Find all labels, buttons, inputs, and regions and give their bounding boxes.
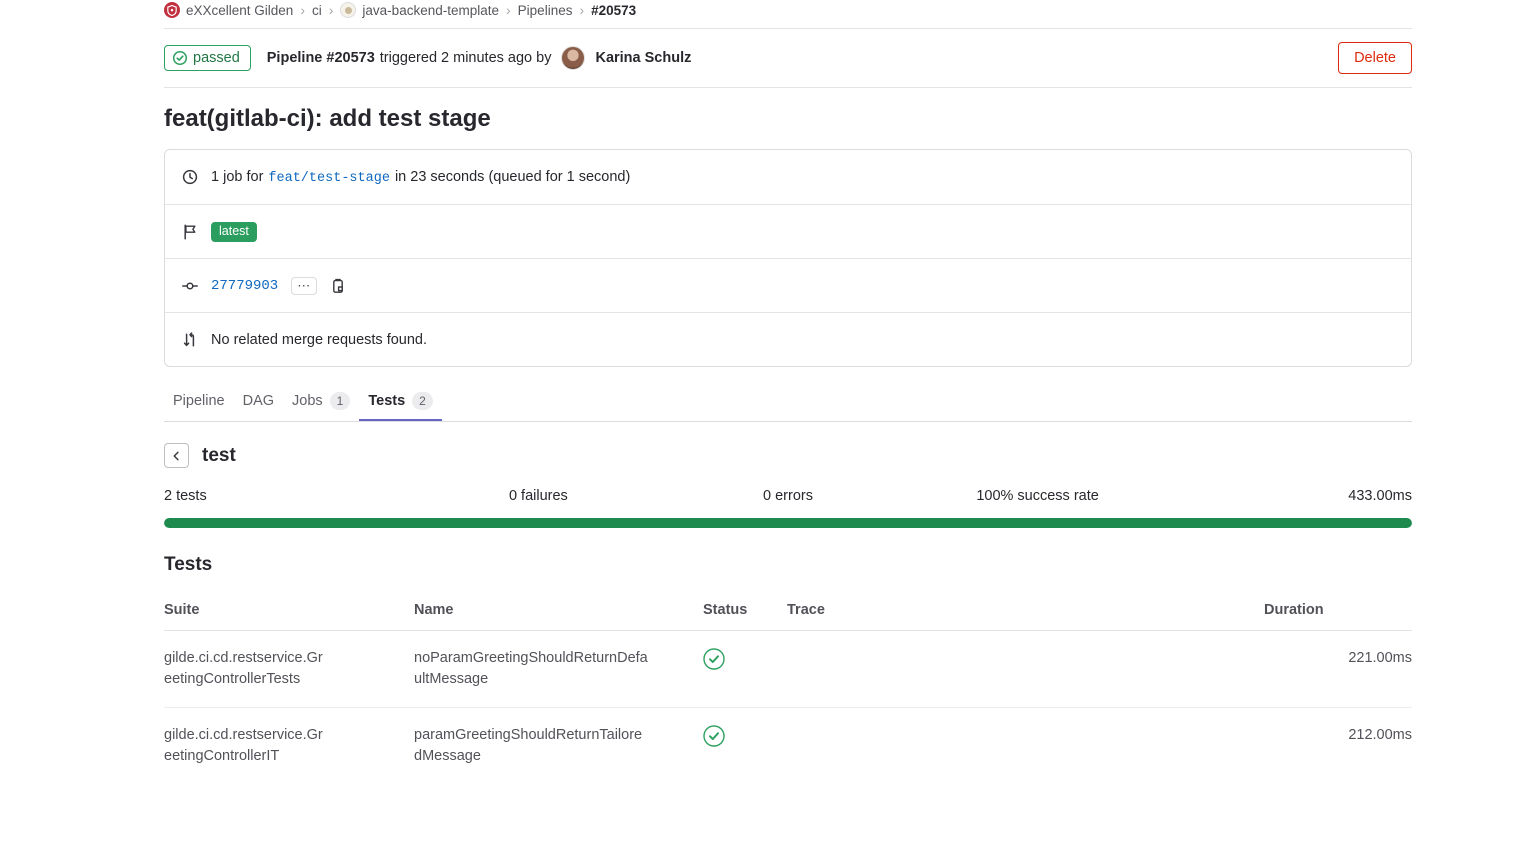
chevron-right-icon: › xyxy=(329,3,334,17)
job-duration-text: in 23 seconds (queued for 1 second) xyxy=(395,169,630,185)
chevron-right-icon: › xyxy=(579,3,584,17)
commit-row: 27779903 ⋯ xyxy=(165,258,1411,312)
commit-sha-link[interactable]: 27779903 xyxy=(211,278,278,294)
column-header-status: Status xyxy=(703,592,787,631)
pipeline-header: passed Pipeline #20573 triggered 2 minut… xyxy=(164,29,1412,87)
stat-errors: 0 errors xyxy=(663,488,913,504)
merge-request-icon xyxy=(182,332,198,348)
user-avatar[interactable] xyxy=(561,46,585,70)
breadcrumb-project[interactable]: java-backend-template xyxy=(340,2,499,18)
copy-commit-sha-button[interactable] xyxy=(330,278,346,294)
pipeline-status-badge[interactable]: passed xyxy=(164,45,251,71)
test-suite-stats: 2 tests 0 failures 0 errors 100% success… xyxy=(164,488,1412,504)
merge-request-row: No related merge requests found. xyxy=(165,312,1411,366)
status-cell xyxy=(703,630,787,707)
test-suite-title: test xyxy=(202,445,236,467)
page-container: eXXcellent Gilden › ci › java-backend-te… xyxy=(164,0,1412,784)
latest-badge[interactable]: latest xyxy=(211,222,257,242)
pipeline-triggered-text: triggered 2 minutes ago by xyxy=(380,50,552,66)
name-cell: noParamGreetingShouldReturnDefaultMessag… xyxy=(414,630,703,707)
breadcrumb: eXXcellent Gilden › ci › java-backend-te… xyxy=(164,0,1412,18)
commit-message-ellipsis-button[interactable]: ⋯ xyxy=(291,277,317,295)
commit-title: feat(gitlab-ci): add test stage xyxy=(164,105,1412,133)
tests-table: Suite Name Status Trace Duration gilde.c… xyxy=(164,592,1412,784)
stat-success-rate: 100% success rate xyxy=(913,488,1163,504)
pipeline-info-box: 1 job for feat/test-stage in 23 seconds … xyxy=(164,149,1412,367)
back-button[interactable] xyxy=(164,443,189,468)
duration-cell: 212.00ms xyxy=(1264,707,1412,784)
tab-dag-label: DAG xyxy=(243,393,274,409)
tab-dag[interactable]: DAG xyxy=(234,383,283,421)
job-summary-text: 1 job for feat/test-stage in 23 seconds … xyxy=(211,169,630,186)
pipeline-id-label: Pipeline #20573 xyxy=(267,50,375,66)
pipeline-tabs: Pipeline DAG Jobs 1 Tests 2 xyxy=(164,383,1412,422)
test-row: gilde.ci.cd.restservice.GreetingControll… xyxy=(164,630,1412,707)
suite-cell: gilde.ci.cd.restservice.GreetingControll… xyxy=(164,630,414,707)
job-count-text: 1 job for xyxy=(211,169,263,185)
chevron-right-icon: › xyxy=(506,3,511,17)
chevron-right-icon: › xyxy=(300,3,305,17)
tests-heading: Tests xyxy=(164,554,1412,576)
column-header-name: Name xyxy=(414,592,703,631)
breadcrumb-subgroup[interactable]: ci xyxy=(312,3,322,18)
no-merge-requests-text: No related merge requests found. xyxy=(211,332,427,348)
breadcrumb-pipelines[interactable]: Pipelines xyxy=(518,3,573,18)
latest-badge-row: latest xyxy=(165,204,1411,258)
job-summary-row: 1 job for feat/test-stage in 23 seconds … xyxy=(165,150,1411,204)
column-header-trace: Trace xyxy=(787,592,1264,631)
breadcrumb-group[interactable]: eXXcellent Gilden xyxy=(164,2,293,18)
jobs-count-badge: 1 xyxy=(330,392,351,410)
breadcrumb-link-pipelines[interactable]: Pipelines xyxy=(518,3,573,18)
tab-pipeline-label: Pipeline xyxy=(173,393,225,409)
pipeline-meta: Pipeline #20573 triggered 2 minutes ago … xyxy=(267,46,692,70)
breadcrumb-current-pipeline: #20573 xyxy=(591,3,636,18)
success-check-icon xyxy=(703,648,725,670)
success-check-icon xyxy=(703,725,725,747)
stat-failures: 0 failures xyxy=(414,488,664,504)
clock-icon xyxy=(182,169,198,185)
success-rate-fill xyxy=(164,518,1412,528)
tests-count-badge: 2 xyxy=(412,392,433,410)
column-header-suite: Suite xyxy=(164,592,414,631)
pipeline-status-label: passed xyxy=(193,50,240,66)
chevron-left-icon xyxy=(171,450,182,462)
tab-tests[interactable]: Tests 2 xyxy=(359,383,442,421)
stat-total-tests: 2 tests xyxy=(164,488,414,504)
tab-jobs[interactable]: Jobs 1 xyxy=(283,383,359,421)
shield-icon xyxy=(167,5,177,16)
breadcrumb-link-project[interactable]: java-backend-template xyxy=(362,3,499,18)
group-avatar-icon xyxy=(164,2,180,18)
test-suite-header: test xyxy=(164,443,1412,468)
name-cell: paramGreetingShouldReturnTailoredMessage xyxy=(414,707,703,784)
tab-tests-label: Tests xyxy=(368,393,405,409)
commit-icon xyxy=(182,278,198,294)
flag-icon xyxy=(182,224,198,240)
breadcrumb-link-group[interactable]: eXXcellent Gilden xyxy=(186,3,293,18)
tab-jobs-label: Jobs xyxy=(292,393,323,409)
trace-cell xyxy=(787,630,1264,707)
success-rate-bar xyxy=(164,518,1412,528)
test-row: gilde.ci.cd.restservice.GreetingControll… xyxy=(164,707,1412,784)
trace-cell xyxy=(787,707,1264,784)
check-circle-icon xyxy=(172,50,188,66)
project-avatar-icon xyxy=(340,2,356,18)
duration-cell: 221.00ms xyxy=(1264,630,1412,707)
clipboard-icon xyxy=(330,278,346,294)
status-cell xyxy=(703,707,787,784)
tests-table-header-row: Suite Name Status Trace Duration xyxy=(164,592,1412,631)
header-divider xyxy=(164,87,1412,88)
delete-button[interactable]: Delete xyxy=(1338,42,1412,74)
column-header-duration: Duration xyxy=(1264,592,1412,631)
tab-pipeline[interactable]: Pipeline xyxy=(164,383,234,421)
suite-cell: gilde.ci.cd.restservice.GreetingControll… xyxy=(164,707,414,784)
pipeline-author-name[interactable]: Karina Schulz xyxy=(595,50,691,66)
stat-duration: 433.00ms xyxy=(1162,488,1412,504)
branch-ref-link[interactable]: feat/test-stage xyxy=(268,171,390,186)
breadcrumb-link-subgroup[interactable]: ci xyxy=(312,3,322,18)
